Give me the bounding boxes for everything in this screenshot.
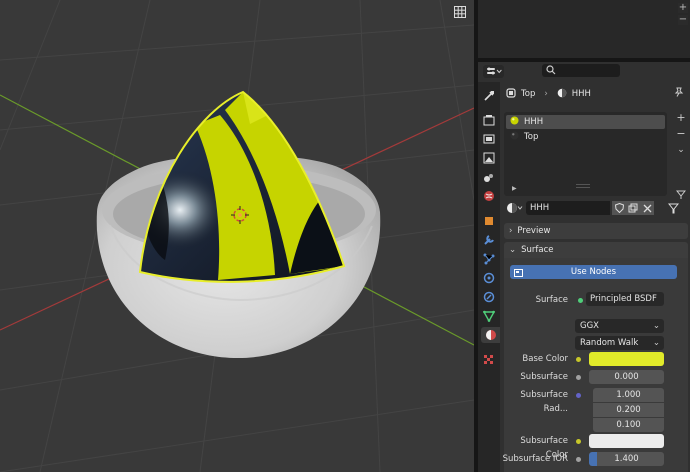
material-buttons [612,201,654,215]
material-ball-icon [510,131,519,143]
distribution-dropdown[interactable]: GGX ⌄ [575,319,664,333]
tab-physics[interactable] [481,270,497,286]
outliner-side-buttons: + − [678,3,688,25]
list-item[interactable]: Top [506,130,665,144]
subsurface-value-field[interactable]: 0.000 [589,370,664,384]
breadcrumb: Top › HHH [506,87,591,101]
shield-icon[interactable] [612,201,626,215]
tab-render[interactable] [481,112,497,128]
viewport-scene[interactable] [0,0,474,472]
socket-dot [578,298,583,303]
tab-texture[interactable] [481,352,497,368]
material-properties: Top › HHH HHH Top ▶ + − ⌄ HHH › Preview … [500,80,690,472]
add-slot-button[interactable]: + [675,112,687,124]
use-nodes-button[interactable]: Use Nodes [510,265,677,279]
material-ball-icon [510,116,519,128]
socket-dot [576,393,581,398]
node-tree-icon [514,268,523,282]
search-input[interactable] [542,64,620,77]
material-browse-icon[interactable] [506,202,524,217]
dropdown-value: GGX [580,321,599,331]
tab-modifiers[interactable] [481,232,497,248]
panel-title: Surface [521,245,554,255]
surface-label: Surface [535,295,568,305]
dropdown-value: Random Walk [580,338,639,348]
properties-editor: Top › HHH HHH Top ▶ + − ⌄ HHH › Preview … [478,62,690,472]
chevron-down-icon: ⌄ [509,245,517,255]
slot-specials-icon[interactable] [675,190,687,200]
tab-data[interactable] [481,308,497,324]
socket-dot [576,357,581,362]
subsurface-ior-label: Subsurface IOR [502,454,568,464]
search-icon [546,65,556,78]
socket-dot [576,457,581,462]
slider-value: 1.400 [614,454,639,464]
close-icon[interactable] [640,201,654,215]
slot-name: HHH [524,117,544,127]
socket-dot [576,439,581,444]
remove-slot-button[interactable]: − [675,128,687,140]
use-nodes-label: Use Nodes [570,267,617,277]
list-item[interactable]: HHH [506,115,665,129]
funnel-icon[interactable] [667,203,680,217]
tab-material[interactable] [481,327,500,343]
tab-object[interactable] [481,213,497,229]
surface-panel-header[interactable]: ⌄ Surface [504,242,688,258]
list-grip-icon[interactable] [576,184,590,188]
chevron-right-icon: › [509,226,513,236]
material-icon [557,88,567,101]
tab-tool[interactable] [481,88,497,104]
properties-editor-icon[interactable] [483,65,504,78]
chevron-down-icon: ⌄ [652,338,660,348]
subsurface-method-dropdown[interactable]: Random Walk ⌄ [575,336,664,350]
tab-output[interactable] [481,131,497,147]
zoom-out-button[interactable]: − [678,15,688,25]
grid-icon[interactable] [451,3,469,21]
chevron-down-icon: ⌄ [652,321,660,331]
subsurface-radius-z[interactable]: 0.100 [593,418,664,432]
properties-header [478,62,690,80]
subsurface-label: Subsurface [520,372,568,382]
material-selector: HHH [504,201,688,215]
subsurface-color-swatch[interactable] [589,434,664,448]
tab-view-layer[interactable] [481,150,497,166]
slider-fill [589,452,597,466]
surface-shader-selector[interactable]: Principled BSDF [586,292,664,306]
preview-panel-header[interactable]: › Preview [504,223,688,239]
outliner-area[interactable]: + − [478,0,690,58]
socket-dot [576,375,581,380]
tab-constraints[interactable] [481,289,497,305]
breadcrumb-object: Top [521,89,536,99]
3d-viewport[interactable] [0,0,474,472]
list-resize-triangle-icon[interactable]: ▶ [512,185,517,192]
tab-scene[interactable] [481,169,497,185]
base-color-swatch[interactable] [589,352,664,366]
tab-particles[interactable] [481,251,497,267]
pin-icon[interactable] [674,87,684,100]
chevron-right-icon: › [544,89,548,99]
slot-side-buttons: + − ⌄ [675,112,687,156]
subsurface-radius-y[interactable]: 0.200 [593,403,664,417]
breadcrumb-material: HHH [571,89,591,99]
base-color-label: Base Color [522,354,568,364]
panel-title: Preview [517,226,551,236]
material-slot-list[interactable]: HHH Top ▶ [504,112,667,196]
subsurface-radius-x[interactable]: 1.000 [593,388,664,402]
duplicate-icon[interactable] [626,201,640,215]
chevron-down-icon[interactable]: ⌄ [675,144,687,156]
slot-name: Top [524,132,539,142]
object-data-icon [506,87,516,101]
tab-world[interactable] [481,188,497,204]
zoom-in-button[interactable]: + [678,3,688,13]
material-name-field[interactable]: HHH [526,201,610,215]
properties-tabs [478,82,500,472]
subsurface-radius-label: Subsurface Rad... [520,390,568,414]
subsurface-ior-slider[interactable]: 1.400 [589,452,664,466]
